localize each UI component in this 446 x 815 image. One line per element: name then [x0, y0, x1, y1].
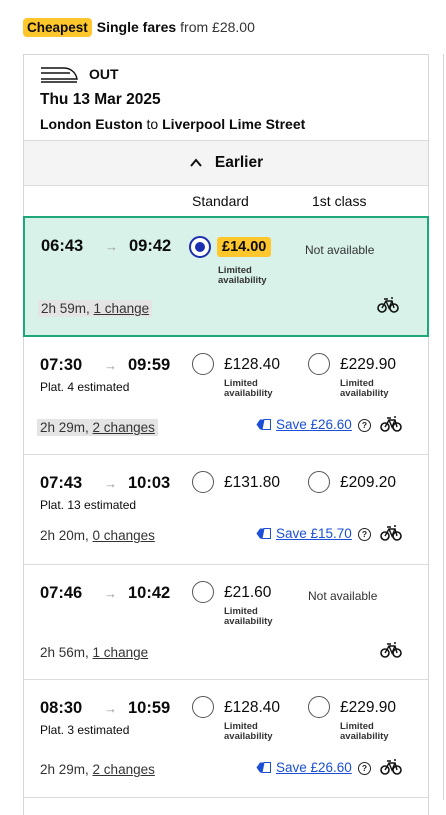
earlier-button[interactable]: Earlier — [24, 141, 428, 186]
railcard-tag-icon — [256, 419, 271, 430]
bicycle-icon — [380, 759, 402, 775]
changes-link[interactable]: 1 change — [93, 645, 149, 660]
standard-fare-radio[interactable] — [192, 471, 214, 493]
departure-time: 08:30 — [40, 699, 83, 717]
earlier-label: Earlier — [214, 154, 264, 171]
duration-text: 2h 20m, — [40, 528, 89, 543]
save-amount-link[interactable]: Save £15.70 — [276, 526, 352, 541]
bicycle-icon — [380, 642, 402, 658]
changes-link[interactable]: 1 change — [94, 301, 150, 316]
limited-availability-label: Limited availability — [224, 378, 273, 399]
limited-availability-label: Limited availability — [218, 265, 267, 286]
standard-fare-radio[interactable] — [189, 236, 211, 258]
journey-panel: OUT Thu 13 Mar 2025 London Euston to Liv… — [23, 54, 429, 815]
service-card-0643[interactable]: 06:43 → 09:42 £14.00 Limited availabilit… — [23, 216, 429, 337]
arrow-right-icon: → — [104, 358, 117, 373]
departure-time: 07:46 — [40, 584, 83, 602]
first-class-fare-radio[interactable] — [308, 471, 330, 493]
arrival-time: 09:59 — [128, 356, 171, 374]
duration-changes[interactable]: 2h 20m, 0 changes — [40, 528, 155, 543]
limited-availability-label: Limited availability — [224, 606, 273, 627]
travel-date: Thu 13 Mar 2025 — [40, 91, 161, 108]
standard-fare-price: £14.00 — [217, 237, 272, 257]
arrow-right-icon: → — [104, 586, 117, 601]
limited-availability-label: Limited availability — [340, 378, 389, 399]
railcard-tag-icon — [256, 528, 271, 539]
railcard-tag-icon — [256, 762, 271, 773]
standard-fare-radio[interactable] — [192, 353, 214, 375]
limited-availability-label: Limited availability — [340, 721, 389, 742]
service-card-0830[interactable]: 08:30 → 10:59 Plat. 3 estimated £128.40 … — [24, 680, 428, 798]
train-icon — [41, 67, 78, 83]
platform-info: Plat. 3 estimated — [40, 723, 130, 737]
first-class-fare-price: £229.90 — [340, 356, 397, 373]
service-card-0730[interactable]: 07:30 → 09:59 Plat. 4 estimated £128.40 … — [24, 337, 428, 455]
arrival-time: 10:42 — [128, 584, 171, 602]
changes-link[interactable]: 2 changes — [93, 762, 155, 777]
duration-text: 2h 56m, — [40, 645, 89, 660]
bicycle-icon — [380, 525, 402, 541]
standard-fare-price: £128.40 — [224, 699, 281, 716]
first-class-not-available: Not available — [305, 243, 375, 257]
fare-type-label: Single fares — [96, 19, 177, 35]
arrow-right-icon: → — [105, 239, 118, 254]
save-amount-link[interactable]: Save £26.60 — [276, 417, 352, 432]
first-class-fare-radio[interactable] — [308, 696, 330, 718]
help-circle-icon[interactable]: ? — [358, 528, 371, 541]
arrow-right-icon: → — [104, 701, 117, 716]
departure-time: 06:43 — [41, 237, 84, 255]
standard-fare-price: £131.80 — [224, 474, 281, 491]
arrival-time: 10:59 — [128, 699, 171, 717]
duration-changes[interactable]: 2h 59m, 1 change — [38, 300, 153, 317]
first-class-not-available: Not available — [308, 589, 378, 603]
standard-column-header: Standard — [192, 193, 249, 209]
destination-station: Liverpool Lime Street — [162, 116, 306, 132]
route-label: London Euston to Liverpool Lime Street — [40, 116, 305, 132]
duration-text: 2h 29m, — [40, 420, 89, 435]
departure-time: 07:43 — [40, 474, 83, 492]
changes-link[interactable]: 2 changes — [93, 420, 155, 435]
standard-fare-price: £128.40 — [224, 356, 281, 373]
arrow-right-icon: → — [104, 476, 117, 491]
duration-text: 2h 59m, — [41, 301, 90, 316]
route-connector: to — [146, 116, 159, 132]
platform-info: Plat. 4 estimated — [40, 380, 130, 394]
origin-station: London Euston — [40, 116, 143, 132]
chevron-up-icon — [190, 158, 202, 167]
first-class-fare-radio[interactable] — [308, 353, 330, 375]
from-price-label: from £28.00 — [180, 19, 255, 35]
first-class-column-header: 1st class — [312, 193, 367, 209]
standard-fare-price: £21.60 — [224, 584, 272, 601]
help-circle-icon[interactable]: ? — [358, 762, 371, 775]
fare-summary: Cheapest Single fares from £28.00 — [23, 16, 255, 38]
duration-changes[interactable]: 2h 56m, 1 change — [40, 645, 148, 660]
direction-label: OUT — [89, 66, 119, 82]
help-circle-icon[interactable]: ? — [358, 419, 371, 432]
service-card-0743[interactable]: 07:43 → 10:03 Plat. 13 estimated £131.80… — [24, 455, 428, 565]
service-card-0746[interactable]: 07:46 → 10:42 £21.60 Limited availabilit… — [24, 565, 428, 680]
limited-availability-label: Limited availability — [224, 721, 273, 742]
arrival-time: 09:42 — [129, 237, 172, 255]
duration-text: 2h 29m, — [40, 762, 89, 777]
changes-link[interactable]: 0 changes — [93, 528, 155, 543]
cheapest-badge: Cheapest — [23, 17, 92, 37]
departure-time: 07:30 — [40, 356, 83, 374]
first-class-fare-price: £209.20 — [340, 474, 397, 491]
platform-info: Plat. 13 estimated — [40, 498, 137, 512]
bicycle-icon — [380, 416, 402, 432]
first-class-fare-price: £229.90 — [340, 699, 397, 716]
bicycle-icon — [377, 297, 399, 313]
journey-header: OUT Thu 13 Mar 2025 London Euston to Liv… — [24, 55, 428, 141]
standard-fare-radio[interactable] — [192, 696, 214, 718]
arrival-time: 10:03 — [128, 474, 171, 492]
duration-changes[interactable]: 2h 29m, 2 changes — [40, 762, 155, 777]
duration-changes[interactable]: 2h 29m, 2 changes — [37, 419, 158, 436]
save-amount-link[interactable]: Save £26.60 — [276, 760, 352, 775]
standard-fare-radio[interactable] — [192, 581, 214, 603]
